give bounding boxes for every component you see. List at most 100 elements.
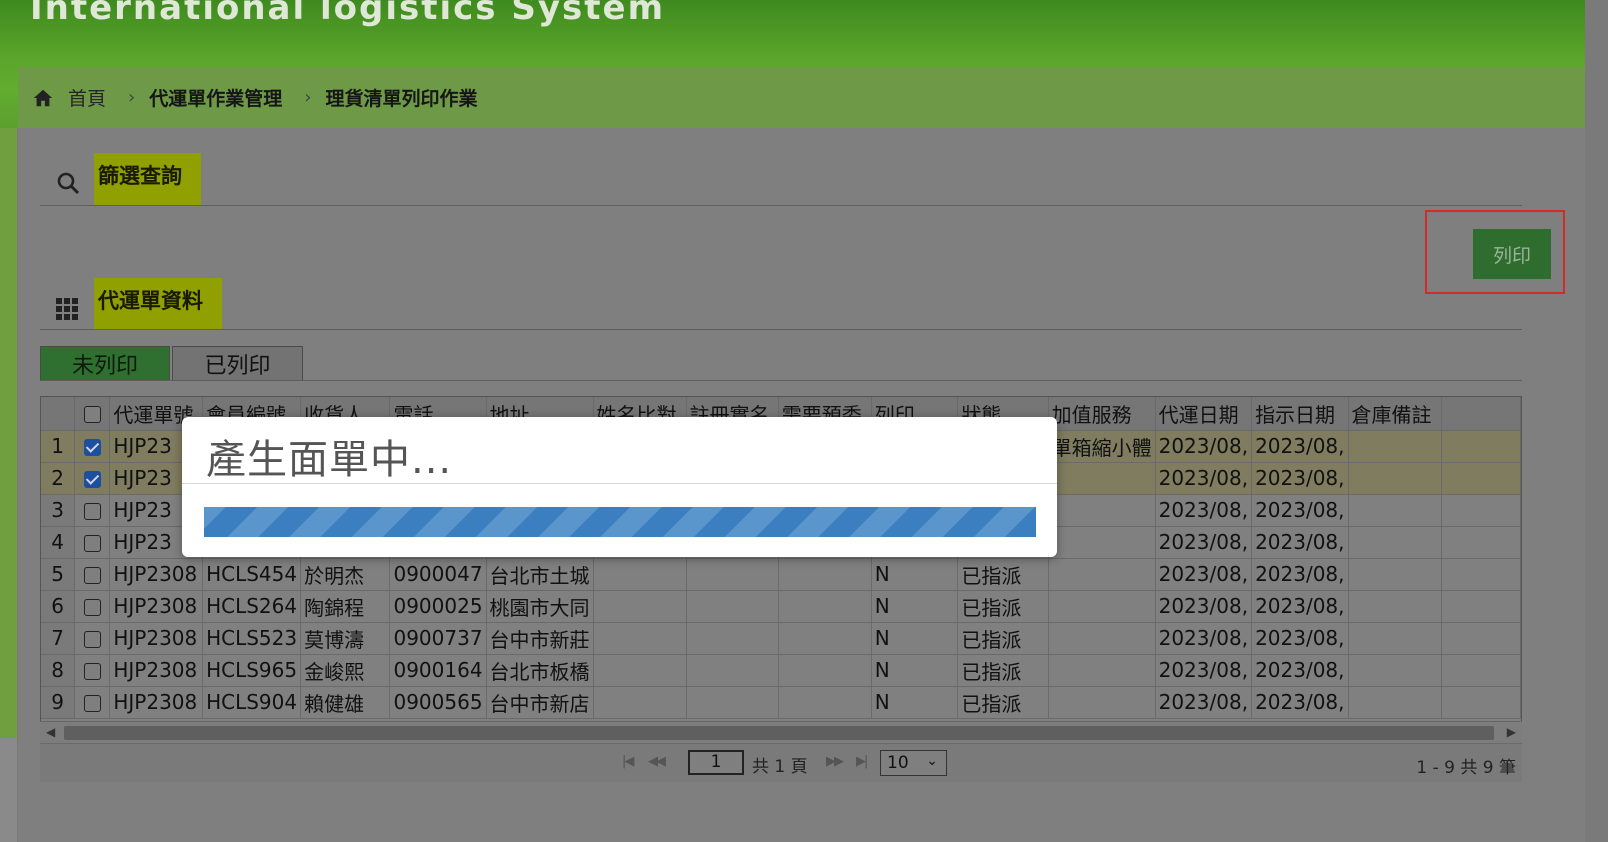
cell-date1: 2023/08,	[1155, 494, 1253, 527]
row-number: 6	[41, 590, 76, 623]
progress-modal: 產生面單中...	[182, 417, 1057, 557]
cell-empty	[1441, 590, 1521, 623]
page-number-input[interactable]: 1	[688, 750, 744, 775]
cell-addr: 台北市板橋	[486, 654, 594, 687]
breadcrumb-level1[interactable]: 代運單作業管理	[149, 84, 282, 111]
cell-status: 已指派	[957, 654, 1049, 687]
scrollbar-thumb[interactable]	[64, 726, 1494, 740]
divider	[40, 205, 1522, 206]
filter-section-title[interactable]: 篩選查詢	[94, 153, 201, 205]
table-row[interactable]: 6 HJP2308 HCLS264 陶錦程 0900025 桃園市大同 N 已指派 2023/0…	[41, 590, 1521, 623]
row-checkbox-cell[interactable]	[74, 526, 111, 559]
page-size-select[interactable]: 10 ⌄	[880, 750, 947, 776]
column-header[interactable]: 倉庫備註	[1348, 397, 1442, 431]
cell-empty	[1441, 526, 1521, 559]
data-section-title[interactable]: 代運單資料	[94, 278, 222, 330]
table-row[interactable]: 8 HJP2308 HCLS965 金峻熙 0900164 台北市板橋 N 已指派 2023/0…	[41, 654, 1521, 687]
cell-note	[1348, 558, 1442, 591]
row-checkbox-cell[interactable]	[74, 430, 111, 463]
cell-member: HCLS965	[202, 654, 302, 687]
tab-unprinted[interactable]: 未列印	[40, 346, 170, 381]
breadcrumb-home-link[interactable]: 首頁	[68, 84, 106, 111]
cell-vas	[1048, 686, 1156, 719]
cell-date2: 2023/08,	[1251, 558, 1349, 591]
row-checkbox[interactable]	[83, 439, 101, 456]
cell-print: N	[871, 558, 959, 591]
row-number: 8	[41, 654, 76, 687]
horizontal-scrollbar[interactable]: ◀ ▶	[40, 721, 1522, 743]
cell-c6	[593, 590, 687, 623]
select-all-checkbox[interactable]	[83, 406, 101, 424]
table-row[interactable]: 5 HJP2308 HCLS454 於明杰 0900047 台北市土城 N 已指派 2023/0…	[41, 558, 1521, 591]
row-checkbox[interactable]	[83, 535, 101, 552]
cell-date2: 2023/08,	[1251, 622, 1349, 655]
cell-id: HJP2308	[109, 686, 204, 719]
cell-c8	[778, 686, 872, 719]
table-row[interactable]: 7 HJP2308 HCLS523 莫博濤 0900737 台中市新莊 N 已指派 2023/0…	[41, 622, 1521, 655]
row-checkbox-cell[interactable]	[74, 558, 111, 591]
cell-c7	[686, 590, 779, 623]
next-page-icon[interactable]: ▶▶	[826, 754, 844, 769]
cell-member: HCLS454	[202, 558, 302, 591]
row-checkbox-cell[interactable]	[74, 622, 111, 655]
cell-note	[1348, 462, 1442, 495]
cell-date1: 2023/08,	[1155, 686, 1253, 719]
row-number: 7	[41, 622, 76, 655]
cell-print: N	[871, 590, 959, 623]
cell-date2: 2023/08,	[1251, 590, 1349, 623]
scroll-left-icon[interactable]: ◀	[46, 725, 55, 739]
column-header-empty	[1441, 397, 1521, 431]
cell-date1: 2023/08,	[1155, 622, 1253, 655]
row-checkbox[interactable]	[83, 567, 101, 584]
tab-printed[interactable]: 已列印	[172, 346, 303, 381]
row-checkbox[interactable]	[83, 599, 101, 616]
row-checkbox[interactable]	[83, 631, 101, 648]
app-title: International logistics System	[30, 0, 665, 28]
cell-date1: 2023/08,	[1155, 654, 1253, 687]
cell-c8	[778, 654, 872, 687]
row-checkbox-cell[interactable]	[74, 494, 111, 527]
cell-status: 已指派	[957, 686, 1049, 719]
column-header[interactable]: 指示日期	[1251, 397, 1349, 431]
row-checkbox-cell[interactable]	[74, 654, 111, 687]
prev-page-icon[interactable]: ◀◀	[648, 754, 666, 769]
last-page-icon[interactable]: ▶|	[856, 754, 868, 769]
row-checkbox-cell[interactable]	[74, 590, 111, 623]
row-number: 9	[41, 686, 76, 719]
row-checkbox[interactable]	[83, 503, 101, 520]
row-checkbox-cell[interactable]	[74, 462, 111, 495]
cell-c6	[593, 558, 687, 591]
column-header[interactable]: 代運日期	[1155, 397, 1253, 431]
left-lower-strip	[0, 738, 17, 842]
cell-vas	[1048, 494, 1156, 527]
cell-phone: 0900565	[389, 686, 487, 719]
scroll-right-icon[interactable]: ▶	[1507, 725, 1516, 739]
cell-date1: 2023/08,	[1155, 526, 1253, 559]
record-info: 1 - 9 共 9 筆	[1416, 758, 1516, 778]
cell-vas	[1048, 622, 1156, 655]
cell-vas: 單箱縮小體	[1048, 430, 1156, 463]
page-total: 共 1 頁	[752, 757, 808, 777]
row-checkbox[interactable]	[83, 663, 101, 680]
first-page-icon[interactable]: |◀	[622, 754, 634, 769]
divider	[40, 380, 1522, 381]
cell-name: 莫博濤	[300, 622, 391, 655]
progress-bar	[204, 507, 1036, 537]
cell-vas	[1048, 654, 1156, 687]
home-icon[interactable]	[32, 87, 54, 109]
row-checkbox-cell[interactable]	[74, 686, 111, 719]
cell-note	[1348, 590, 1442, 623]
column-header[interactable]: 加值服務	[1048, 397, 1156, 431]
select-all-checkbox-cell[interactable]	[74, 397, 111, 431]
row-checkbox[interactable]	[83, 695, 101, 712]
cell-date1: 2023/08,	[1155, 430, 1253, 463]
cell-empty	[1441, 430, 1521, 463]
cell-empty	[1441, 462, 1521, 495]
cell-name: 陶錦程	[300, 590, 391, 623]
table-row[interactable]: 9 HJP2308 HCLS904 賴健雄 0900565 台中市新店 N 已指派 2023/0…	[41, 686, 1521, 719]
breadcrumb: 首頁 › 代運單作業管理 › 理貨清單列印作業	[18, 67, 1585, 128]
row-checkbox[interactable]	[83, 471, 101, 488]
breadcrumb-current: 理貨清單列印作業	[325, 88, 478, 110]
print-button[interactable]: 列印	[1473, 229, 1551, 279]
cell-addr: 台北市土城	[486, 558, 594, 591]
